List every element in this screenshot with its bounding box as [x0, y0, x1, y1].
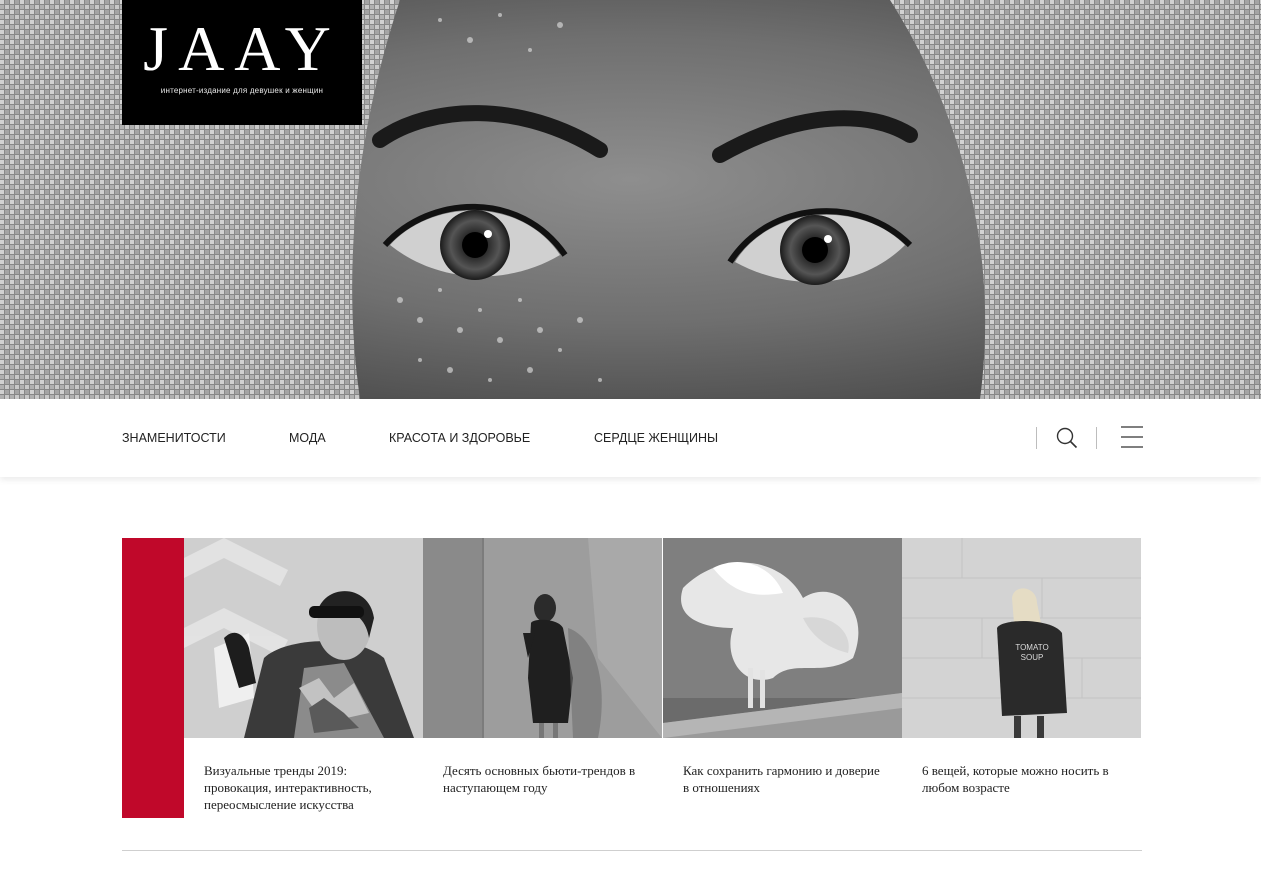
logo-wordmark: JAAY — [143, 13, 341, 84]
nav-item-celebrities[interactable]: ЗНАМЕНИТОСТИ — [122, 431, 226, 445]
menu-icon[interactable] — [1121, 425, 1143, 454]
nav-divider — [1096, 427, 1097, 449]
article-title[interactable]: Десять основных бьюти-трендов в наступаю… — [443, 762, 648, 796]
new-section-title: Новое — [17, 644, 44, 712]
hero-image: JAAY интернет-издание для девушек и женщ… — [0, 0, 1261, 399]
article-title[interactable]: Визуальные тренды 2019: провокация, инте… — [204, 762, 409, 813]
logo-tagline: интернет-издание для девушек и женщин — [160, 86, 324, 95]
article-card[interactable]: TOMATO SOUP 6 вещей, которые можно носит… — [902, 538, 1141, 795]
article-thumbnail[interactable] — [423, 538, 662, 738]
article-title[interactable]: Как сохранить гармонию и доверие в отнош… — [683, 762, 888, 796]
search-icon[interactable] — [1056, 427, 1078, 454]
article-card[interactable]: Десять основных бьюти-трендов в наступаю… — [423, 538, 662, 795]
article-thumbnail[interactable] — [184, 538, 423, 738]
site-logo[interactable]: JAAY интернет-издание для девушек и женщ… — [122, 0, 362, 125]
nav-item-beauty-health[interactable]: КРАСОТА И ЗДОРОВЬЕ — [389, 431, 530, 445]
section-divider — [122, 850, 1142, 851]
article-title[interactable]: 6 вещей, которые можно носить в любом во… — [922, 762, 1127, 796]
main-nav: ЗНАМЕНИТОСТИ МОДА КРАСОТА И ЗДОРОВЬЕ СЕР… — [0, 399, 1261, 477]
svg-text:SOUP: SOUP — [1021, 653, 1044, 662]
article-thumbnail[interactable] — [663, 538, 902, 738]
nav-item-fashion[interactable]: МОДА — [289, 431, 326, 445]
article-card[interactable]: Как сохранить гармонию и доверие в отнош… — [663, 538, 902, 795]
new-section-label — [122, 538, 184, 818]
article-card[interactable]: Визуальные тренды 2019: провокация, инте… — [184, 538, 423, 812]
nav-item-womans-heart[interactable]: СЕРДЦЕ ЖЕНЩИНЫ — [594, 431, 718, 445]
article-thumbnail[interactable]: TOMATO SOUP — [902, 538, 1141, 738]
svg-text:TOMATO: TOMATO — [1015, 643, 1048, 652]
nav-divider — [1036, 427, 1037, 449]
